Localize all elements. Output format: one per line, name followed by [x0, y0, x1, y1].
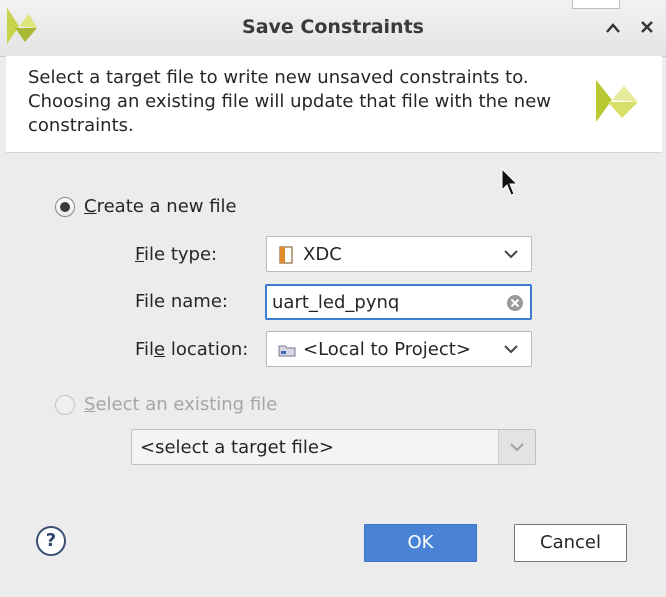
mouse-cursor-icon: [501, 168, 518, 196]
chevron-down-icon: [510, 443, 524, 452]
chevron-down-icon: [504, 250, 518, 259]
file-location-select[interactable]: <Local to Project>: [266, 331, 532, 367]
file-name-value: uart_led_pynq: [272, 292, 400, 313]
header-message: Select a target file to write new unsave…: [28, 67, 552, 136]
create-new-file-radio[interactable]: Create a new file: [55, 196, 237, 217]
close-button[interactable]: [634, 14, 660, 40]
clear-icon[interactable]: [506, 294, 524, 312]
select-existing-file-radio[interactable]: Select an existing file: [55, 394, 277, 415]
help-button[interactable]: ?: [36, 526, 66, 556]
close-icon: [641, 21, 653, 33]
existing-file-placeholder: <select a target file>: [140, 437, 334, 458]
file-name-input[interactable]: uart_led_pynq: [265, 284, 532, 320]
radio-button-checked[interactable]: [55, 196, 75, 217]
title-bar[interactable]: Save Constraints: [0, 0, 666, 57]
folder-icon: [278, 345, 296, 357]
file-location-value: <Local to Project>: [303, 339, 471, 360]
file-name-label: File name:: [135, 291, 228, 312]
file-type-value: XDC: [303, 244, 342, 265]
save-constraints-dialog: Save Constraints Select a target file to…: [0, 0, 666, 597]
vivado-logo-icon: [596, 80, 638, 122]
ok-button[interactable]: OK: [364, 524, 477, 562]
radio-button-unchecked[interactable]: [55, 394, 75, 415]
dialog-title: Save Constraints: [242, 16, 424, 38]
existing-file-select[interactable]: <select a target file>: [131, 429, 536, 465]
cancel-button[interactable]: Cancel: [514, 524, 627, 562]
file-location-label: File location:: [135, 339, 249, 360]
dropdown-arrow-area: [498, 430, 535, 464]
header-panel: Select a target file to write new unsave…: [6, 56, 662, 153]
collapse-button[interactable]: [600, 14, 626, 40]
chevron-down-icon: [504, 345, 518, 354]
chevron-up-icon: [606, 23, 620, 33]
background-window-edge: [572, 0, 620, 9]
create-new-file-label: Create a new file: [84, 196, 237, 217]
xdc-file-icon: [279, 246, 293, 264]
file-type-label: File type:: [135, 244, 218, 265]
select-existing-file-label: Select an existing file: [84, 394, 278, 415]
file-type-select[interactable]: XDC: [266, 236, 532, 272]
